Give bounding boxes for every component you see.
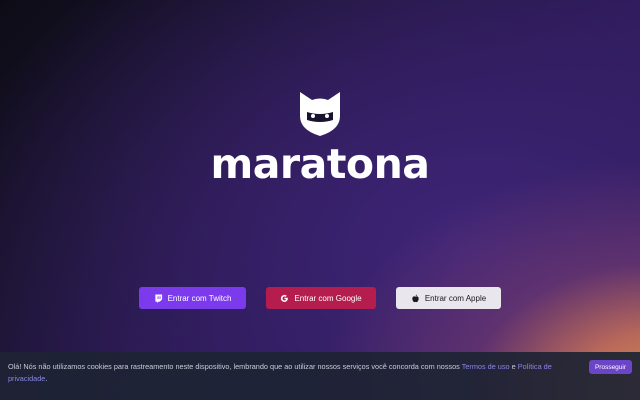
accept-cookies-button[interactable]: Prosseguir bbox=[589, 360, 632, 374]
apple-login-label: Entrar com Apple bbox=[424, 293, 487, 303]
cookie-conjunction: e bbox=[509, 362, 518, 371]
brand-wordmark: maratona bbox=[210, 140, 430, 188]
cookie-message: Olá! Nós não utilizamos cookies para ras… bbox=[8, 361, 573, 385]
brand-logo: maratona bbox=[0, 0, 640, 200]
apple-login-button[interactable]: Entrar com Apple bbox=[396, 287, 501, 309]
fox-mascot-icon bbox=[300, 92, 340, 136]
terms-link[interactable]: Termos de uso bbox=[462, 362, 510, 371]
google-icon bbox=[280, 294, 289, 303]
cookie-banner: Olá! Nós não utilizamos cookies para ras… bbox=[0, 352, 640, 400]
google-login-label: Entrar com Google bbox=[294, 293, 362, 303]
cookie-text-end: . bbox=[45, 374, 48, 383]
twitch-icon bbox=[154, 293, 163, 303]
apple-icon bbox=[411, 294, 420, 303]
twitch-login-button[interactable]: Entrar com Twitch bbox=[139, 287, 246, 309]
twitch-login-label: Entrar com Twitch bbox=[167, 293, 232, 303]
cookie-text: Olá! Nós não utilizamos cookies para ras… bbox=[8, 362, 462, 371]
login-options: Entrar com Twitch Entrar com Google Entr… bbox=[0, 287, 640, 309]
google-login-button[interactable]: Entrar com Google bbox=[266, 287, 376, 309]
